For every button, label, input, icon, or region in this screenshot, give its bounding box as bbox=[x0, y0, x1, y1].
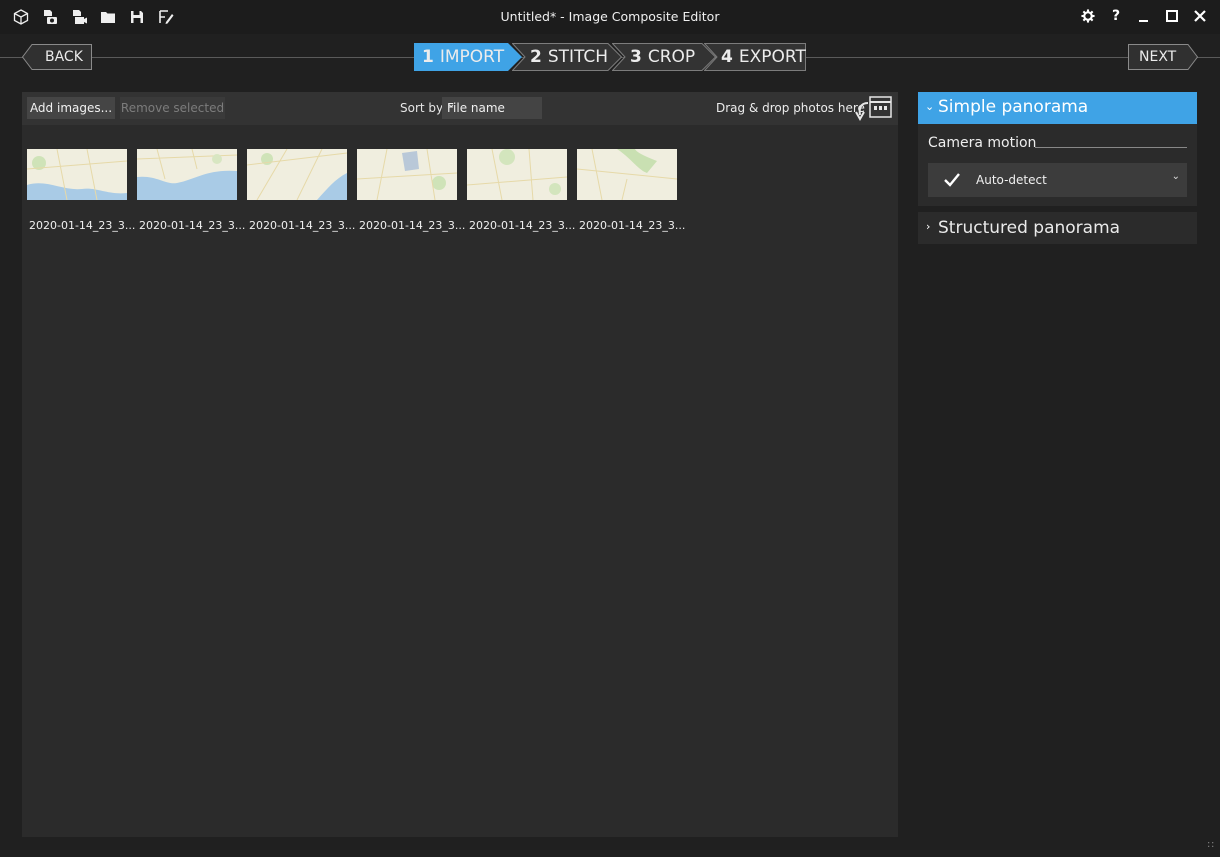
drag-drop-hint: Drag & drop photos here bbox=[716, 101, 865, 115]
new-project-icon[interactable] bbox=[12, 8, 30, 26]
image-list-panel: Add images... Remove selected Sort by Fi… bbox=[22, 92, 898, 837]
window-title: Untitled* - Image Composite Editor bbox=[500, 9, 720, 24]
step-import-label: IMPORT bbox=[439, 47, 505, 67]
structured-panorama-header[interactable]: › Structured panorama bbox=[918, 212, 1197, 244]
chevron-down-icon: ⌄ bbox=[925, 100, 935, 113]
quick-toolbar bbox=[12, 8, 175, 26]
maximize-icon[interactable] bbox=[1162, 6, 1182, 26]
new-panorama-from-video-icon[interactable] bbox=[70, 8, 88, 26]
import-toolbar: Add images... Remove selected Sort by Fi… bbox=[22, 92, 898, 125]
image-caption: 2020-01-14_23_3... bbox=[359, 219, 466, 232]
sort-by-label: Sort by bbox=[400, 101, 444, 115]
save-icon[interactable] bbox=[128, 8, 146, 26]
minimize-icon[interactable] bbox=[1134, 6, 1154, 26]
step-export-label: EXPORT bbox=[738, 47, 806, 67]
resize-grip-icon[interactable]: ∷ bbox=[1208, 840, 1214, 851]
chevron-right-icon: › bbox=[926, 220, 931, 233]
step-stitch[interactable]: 2 STITCH bbox=[512, 43, 622, 71]
step-stitch-label: STITCH bbox=[547, 47, 609, 67]
new-panorama-from-images-icon[interactable] bbox=[41, 8, 59, 26]
close-icon[interactable] bbox=[1190, 6, 1210, 26]
image-caption: 2020-01-14_23_3... bbox=[249, 219, 356, 232]
remove-selected-button[interactable]: Remove selected bbox=[120, 97, 225, 119]
step-crop[interactable]: 3 CROP bbox=[612, 43, 716, 71]
image-caption: 2020-01-14_23_3... bbox=[139, 219, 246, 232]
image-thumbnail[interactable]: 2020-01-14_23_3... bbox=[357, 149, 465, 232]
sort-by-select[interactable]: File name ⌄ bbox=[442, 97, 542, 119]
image-thumbnail[interactable]: 2020-01-14_23_3... bbox=[467, 149, 575, 232]
back-button[interactable]: BACK bbox=[22, 44, 92, 70]
camera-motion-select[interactable]: Auto-detect ⌄ bbox=[928, 163, 1187, 197]
next-button-label: NEXT bbox=[1139, 49, 1177, 65]
step-import[interactable]: 1 IMPORT bbox=[414, 43, 522, 71]
title-bar: Untitled* - Image Composite Editor ? bbox=[0, 0, 1220, 34]
image-caption: 2020-01-14_23_3... bbox=[469, 219, 576, 232]
image-thumbnail[interactable]: 2020-01-14_23_3... bbox=[577, 149, 685, 232]
image-caption: 2020-01-14_23_3... bbox=[29, 219, 136, 232]
rename-icon[interactable] bbox=[157, 8, 175, 26]
next-button[interactable]: NEXT bbox=[1128, 44, 1198, 70]
image-thumbnail[interactable]: 2020-01-14_23_3... bbox=[137, 149, 245, 232]
camera-motion-label: Camera motion bbox=[928, 135, 1037, 151]
structured-panorama-label: Structured panorama bbox=[938, 218, 1121, 238]
step-crop-label: CROP bbox=[647, 47, 696, 67]
open-folder-icon[interactable] bbox=[99, 8, 117, 26]
settings-gear-icon[interactable] bbox=[1078, 6, 1098, 26]
map-thumbnail-image bbox=[137, 149, 237, 200]
back-button-label: BACK bbox=[45, 49, 83, 65]
help-icon[interactable]: ? bbox=[1106, 6, 1126, 26]
chevron-down-icon: ⌄ bbox=[1171, 171, 1180, 182]
camera-motion-value: Auto-detect bbox=[976, 173, 1047, 187]
window-controls: ? bbox=[1078, 6, 1210, 26]
drag-drop-icon bbox=[854, 95, 894, 123]
image-thumbnail[interactable]: 2020-01-14_23_3... bbox=[247, 149, 355, 232]
image-caption: 2020-01-14_23_3... bbox=[579, 219, 686, 232]
checkmark-icon bbox=[944, 173, 960, 187]
map-thumbnail-image bbox=[27, 149, 127, 200]
map-thumbnail-image bbox=[577, 149, 677, 200]
image-thumbnail[interactable]: 2020-01-14_23_3... bbox=[27, 149, 135, 232]
simple-panorama-options: Camera motion Auto-detect ⌄ bbox=[918, 124, 1197, 206]
map-thumbnail-image bbox=[247, 149, 347, 200]
simple-panorama-label: Simple panorama bbox=[938, 97, 1089, 117]
simple-panorama-header[interactable]: ⌄ Simple panorama bbox=[918, 92, 1197, 124]
chevron-down-icon: ⌄ bbox=[447, 99, 456, 110]
add-images-button[interactable]: Add images... bbox=[27, 97, 115, 119]
camera-motion-divider bbox=[1035, 147, 1187, 148]
map-thumbnail-image bbox=[467, 149, 567, 200]
step-export[interactable]: 4 EXPORT bbox=[704, 43, 806, 71]
map-thumbnail-image bbox=[357, 149, 457, 200]
